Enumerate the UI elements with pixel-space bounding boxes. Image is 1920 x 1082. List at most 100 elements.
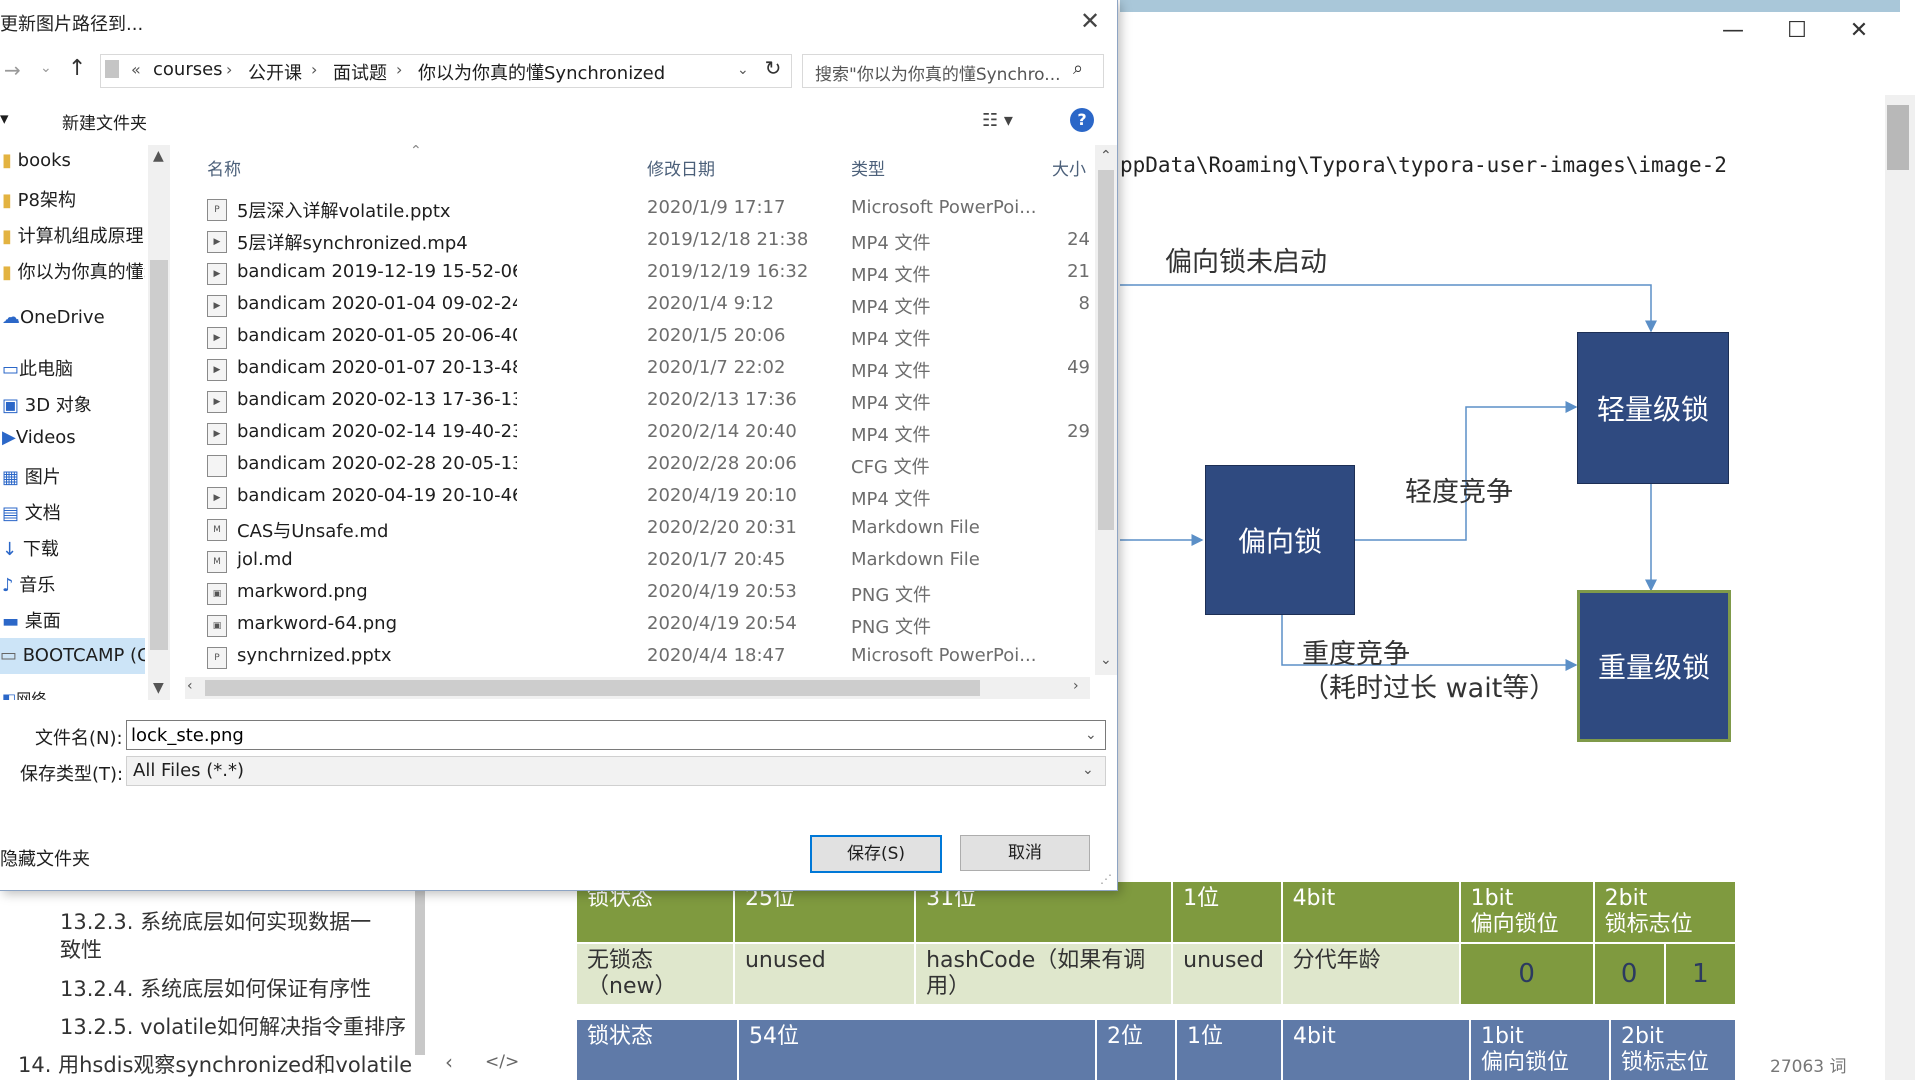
horizontal-scrollbar-thumb[interactable]	[205, 680, 980, 696]
view-options-icon[interactable]: ☷ ▾	[982, 110, 1013, 131]
title-strip	[1120, 0, 1900, 12]
nav-item-bootcamp[interactable]: ▭ BOOTCAMP (C:	[0, 638, 145, 674]
breadcrumb-item[interactable]: 你以为你真的懂Synchronized	[418, 59, 665, 85]
scroll-right-icon[interactable]: ›	[1073, 678, 1079, 694]
file-row[interactable]: ▣ markword.png 2020/4/19 20:53 PNG 文件	[195, 577, 1090, 609]
filetype-dropdown-icon[interactable]: ⌄	[1082, 762, 1094, 778]
file-row[interactable]: Mjol.md 2020/1/7 20:45 Markdown File	[195, 545, 1090, 577]
breadcrumb-overflow[interactable]: «	[131, 60, 141, 79]
table-header-cell: 1位	[1171, 880, 1283, 944]
cancel-button[interactable]: 取消	[960, 835, 1090, 871]
file-type: PNG 文件	[851, 617, 931, 638]
nav-item-p8[interactable]: ▮ P8架构	[2, 186, 76, 212]
nav-label: 音乐	[19, 575, 56, 596]
file-row[interactable]: ▣ markword-64.png 2020/4/19 20:54 PNG 文件	[195, 609, 1090, 641]
cloud-icon: ☁	[2, 307, 20, 328]
filename-label: 文件名(N):	[35, 728, 123, 749]
search-icon[interactable]: ⌕	[1073, 58, 1083, 79]
file-type: Microsoft PowerPoi...	[851, 645, 1037, 666]
file-row[interactable]: bandicam 2020-02-28 20-05-13-684.mp4....…	[195, 449, 1090, 481]
organize-menu[interactable]: ▾	[0, 109, 9, 129]
refresh-icon[interactable]: ↻	[760, 56, 786, 84]
nav-item-onedrive[interactable]: ☁OneDrive	[2, 307, 105, 328]
breadcrumb-item[interactable]: 面试题	[333, 59, 387, 85]
nav-label: OneDrive	[20, 307, 105, 328]
file-row[interactable]: Psynchrnized.pptx 2020/4/4 18:47 Microsoft…	[195, 641, 1090, 673]
filename-input[interactable]	[126, 720, 1106, 750]
video-file-icon: ▶	[207, 487, 227, 509]
history-dropdown-icon[interactable]: ⌄	[40, 60, 52, 76]
nav-item-desktop[interactable]: ▬ 桌面	[2, 607, 61, 633]
file-type: MP4 文件	[851, 361, 931, 382]
filetype-select[interactable]: All Files (*.*) ⌄	[126, 756, 1106, 786]
address-bar[interactable]: « courses › 公开课 › 面试题 › 你以为你真的懂Synchroni…	[100, 54, 792, 88]
search-input[interactable]: 搜索"你以为你真的懂Synchro... ⌕	[802, 54, 1104, 88]
breadcrumb-item[interactable]: courses	[153, 59, 223, 80]
nav-item-videos[interactable]: ▶Videos	[2, 427, 76, 448]
nav-scroll-down-icon[interactable]: ▼	[153, 680, 164, 696]
editor-scrollbar-thumb[interactable]	[1887, 105, 1909, 170]
help-icon[interactable]: ?	[1070, 108, 1094, 132]
column-header-size[interactable]: 大小	[1052, 155, 1086, 180]
scroll-left-icon[interactable]: ‹	[187, 678, 193, 694]
up-arrow-icon[interactable]: ↑	[68, 56, 86, 81]
nav-item-3d[interactable]: ▣ 3D 对象	[2, 391, 92, 417]
editor-scrollbar[interactable]	[1885, 95, 1915, 1080]
nav-item-network[interactable]: ◧网络	[2, 688, 46, 700]
nav-item-computer-org[interactable]: ▮ 计算机组成原理	[2, 222, 144, 248]
file-list-scrollbar-thumb[interactable]	[1098, 170, 1114, 530]
outline-item[interactable]: 14. 用hsdis观察synchronized和volatile	[18, 1049, 412, 1079]
file-row[interactable]: ▶ bandicam 2020-02-14 19-40-23-234.mp4 202…	[195, 417, 1090, 449]
file-row[interactable]: ▶ 5层详解synchronized.mp4 2019/12/18 21:38 MP4…	[195, 225, 1090, 257]
outline-item[interactable]: 13.2.4. 系统底层如何保证有序性	[60, 973, 371, 1003]
file-row[interactable]: ▶ bandicam 2020-01-05 20-06-40-212.mp4 202…	[195, 321, 1090, 353]
file-name: bandicam 2020-01-07 20-13-48-202.mp4	[237, 357, 517, 378]
save-dialog: 更新图片路径到... ✕ → ⌄ ↑ « courses › 公开课 › 面试题…	[0, 0, 1118, 891]
file-row[interactable]: ▶ bandicam 2020-01-04 09-02-24-012.mp4 202…	[195, 289, 1090, 321]
column-header-date[interactable]: 修改日期	[647, 155, 715, 180]
nav-item-documents[interactable]: ▤ 文档	[2, 499, 61, 525]
nav-label: books	[17, 150, 71, 171]
outline-item[interactable]: 13.2.3. 系统底层如何实现数据一致性	[60, 908, 390, 964]
file-row[interactable]: ▶ bandicam 2020-01-07 20-13-48-202.mp4 202…	[195, 353, 1090, 385]
nav-item-downloads[interactable]: ↓ 下载	[2, 535, 59, 561]
table-cell: unused	[732, 942, 917, 1006]
file-row[interactable]: P 5层深入详解volatile.pptx 2020/1/9 17:17 Micros…	[195, 193, 1090, 225]
filename-dropdown-icon[interactable]: ⌄	[1085, 727, 1097, 743]
close-window-button[interactable]: ✕	[1829, 14, 1889, 48]
resize-grip[interactable]: ⋰	[1100, 872, 1112, 886]
breadcrumb-separator: ›	[396, 60, 403, 79]
nav-item-music[interactable]: ♪ 音乐	[2, 571, 55, 597]
navigation-pane: ▮ books ▮ P8架构 ▮ 计算机组成原理 ▮ 你以为你真的懂Synchr…	[0, 145, 145, 700]
list-scroll-up-icon[interactable]: ⌃	[1100, 148, 1112, 164]
dialog-close-button[interactable]: ✕	[1075, 6, 1105, 36]
new-folder-button[interactable]: 新建文件夹	[62, 109, 147, 134]
file-row[interactable]: ▶ bandicam 2019-12-19 15-52-06-397.mp4 201…	[195, 257, 1090, 289]
file-row[interactable]: ▶ bandicam 2020-02-13 17-36-13-588.mp4 202…	[195, 385, 1090, 417]
column-header-type[interactable]: 类型	[851, 155, 885, 180]
hide-folders-toggle[interactable]: 隐藏文件夹	[0, 845, 90, 871]
outline-scrollbar[interactable]	[415, 880, 425, 1055]
blank-file-icon	[207, 455, 227, 477]
file-row[interactable]: ▶ bandicam 2020-04-19 20-10-46-126.mp4 202…	[195, 481, 1090, 513]
nav-item-books[interactable]: ▮ books	[2, 150, 71, 171]
nav-item-pictures[interactable]: ▦ 图片	[2, 463, 61, 489]
source-code-icon[interactable]: </>	[485, 1052, 519, 1072]
maximize-button[interactable]: ☐	[1767, 14, 1827, 48]
nav-item-synchronized[interactable]: ▮ 你以为你真的懂Synchronized	[2, 258, 145, 284]
list-scroll-down-icon[interactable]: ⌄	[1100, 652, 1112, 668]
word-count[interactable]: 27063 词	[1770, 1052, 1846, 1077]
collapse-sidebar-icon[interactable]: ‹	[445, 1050, 453, 1074]
nav-item-this-pc[interactable]: ▭此电脑	[2, 355, 73, 381]
file-rows: P 5层深入详解volatile.pptx 2020/1/9 17:17 Micros…	[195, 193, 1090, 675]
forward-arrow-icon[interactable]: →	[4, 58, 21, 82]
nav-scrollbar-thumb[interactable]	[150, 260, 168, 650]
nav-scroll-up-icon[interactable]: ▲	[153, 148, 164, 164]
minimize-button[interactable]: —	[1703, 14, 1763, 48]
outline-item[interactable]: 13.2.5. volatile如何解决指令重排序	[60, 1011, 406, 1041]
address-dropdown-icon[interactable]: ⌄	[737, 62, 749, 78]
file-row[interactable]: M CAS与Unsafe.md 2020/2/20 20:31 Markdown Fi…	[195, 513, 1090, 545]
column-header-name[interactable]: 名称	[207, 155, 241, 180]
breadcrumb-item[interactable]: 公开课	[248, 59, 302, 85]
save-button[interactable]: 保存(S)	[810, 835, 942, 873]
